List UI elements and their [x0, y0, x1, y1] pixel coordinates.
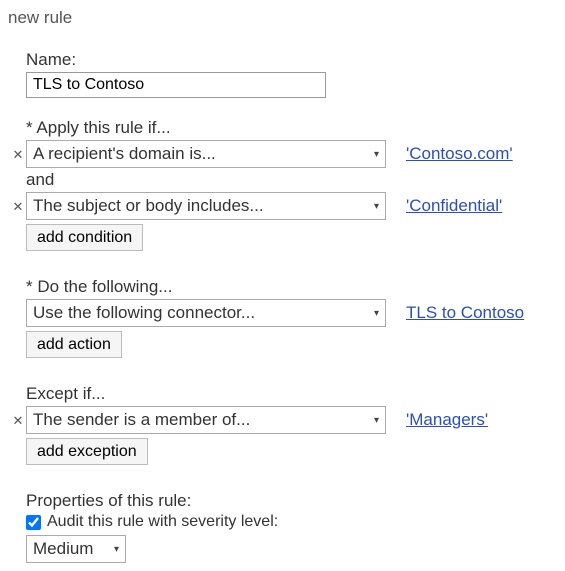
remove-condition-icon[interactable]: ✕ [11, 148, 25, 161]
condition-dropdown[interactable]: A recipient's domain is... ▾ [26, 140, 386, 168]
condition-row: ✕ The subject or body includes... ▾ 'Con… [26, 192, 557, 220]
severity-dropdown-text: Medium [33, 539, 93, 559]
action-dropdown-text: Use the following connector... [33, 303, 255, 323]
condition-row: ✕ A recipient's domain is... ▾ 'Contoso.… [26, 140, 557, 168]
exception-dropdown-text: The sender is a member of... [33, 410, 250, 430]
condition-dropdown[interactable]: The subject or body includes... ▾ [26, 192, 386, 220]
audit-checkbox[interactable] [26, 515, 41, 530]
remove-condition-icon[interactable]: ✕ [11, 200, 25, 213]
add-exception-button[interactable]: add exception [26, 438, 148, 465]
chevron-down-icon: ▾ [374, 415, 379, 426]
action-dropdown[interactable]: Use the following connector... ▾ [26, 299, 386, 327]
exception-value-link[interactable]: 'Managers' [406, 410, 488, 430]
remove-exception-icon[interactable]: ✕ [11, 414, 25, 427]
name-input[interactable] [26, 72, 326, 98]
conditions-header: * Apply this rule if... [26, 118, 557, 138]
chevron-down-icon: ▾ [114, 544, 119, 555]
rule-form: Name: * Apply this rule if... ✕ A recipi… [8, 50, 557, 563]
action-value-link[interactable]: TLS to Contoso [406, 303, 524, 323]
dialog-title: new rule [8, 8, 557, 28]
add-condition-button[interactable]: add condition [26, 224, 143, 251]
condition-dropdown-text: The subject or body includes... [33, 196, 264, 216]
name-label: Name: [26, 50, 557, 70]
condition-value-link[interactable]: 'Confidential' [406, 196, 502, 216]
severity-dropdown[interactable]: Medium ▾ [26, 535, 126, 563]
actions-header: * Do the following... [26, 277, 557, 297]
chevron-down-icon: ▾ [374, 201, 379, 212]
audit-label: Audit this rule with severity level: [47, 513, 278, 531]
and-label: and [26, 170, 557, 190]
exception-dropdown[interactable]: The sender is a member of... ▾ [26, 406, 386, 434]
properties-header: Properties of this rule: [26, 491, 557, 511]
condition-value-link[interactable]: 'Contoso.com' [406, 144, 513, 164]
exceptions-header: Except if... [26, 384, 557, 404]
chevron-down-icon: ▾ [374, 308, 379, 319]
condition-dropdown-text: A recipient's domain is... [33, 144, 216, 164]
chevron-down-icon: ▾ [374, 149, 379, 160]
audit-row: Audit this rule with severity level: [26, 513, 557, 531]
exception-row: ✕ The sender is a member of... ▾ 'Manage… [26, 406, 557, 434]
add-action-button[interactable]: add action [26, 331, 122, 358]
action-row: Use the following connector... ▾ TLS to … [26, 299, 557, 327]
